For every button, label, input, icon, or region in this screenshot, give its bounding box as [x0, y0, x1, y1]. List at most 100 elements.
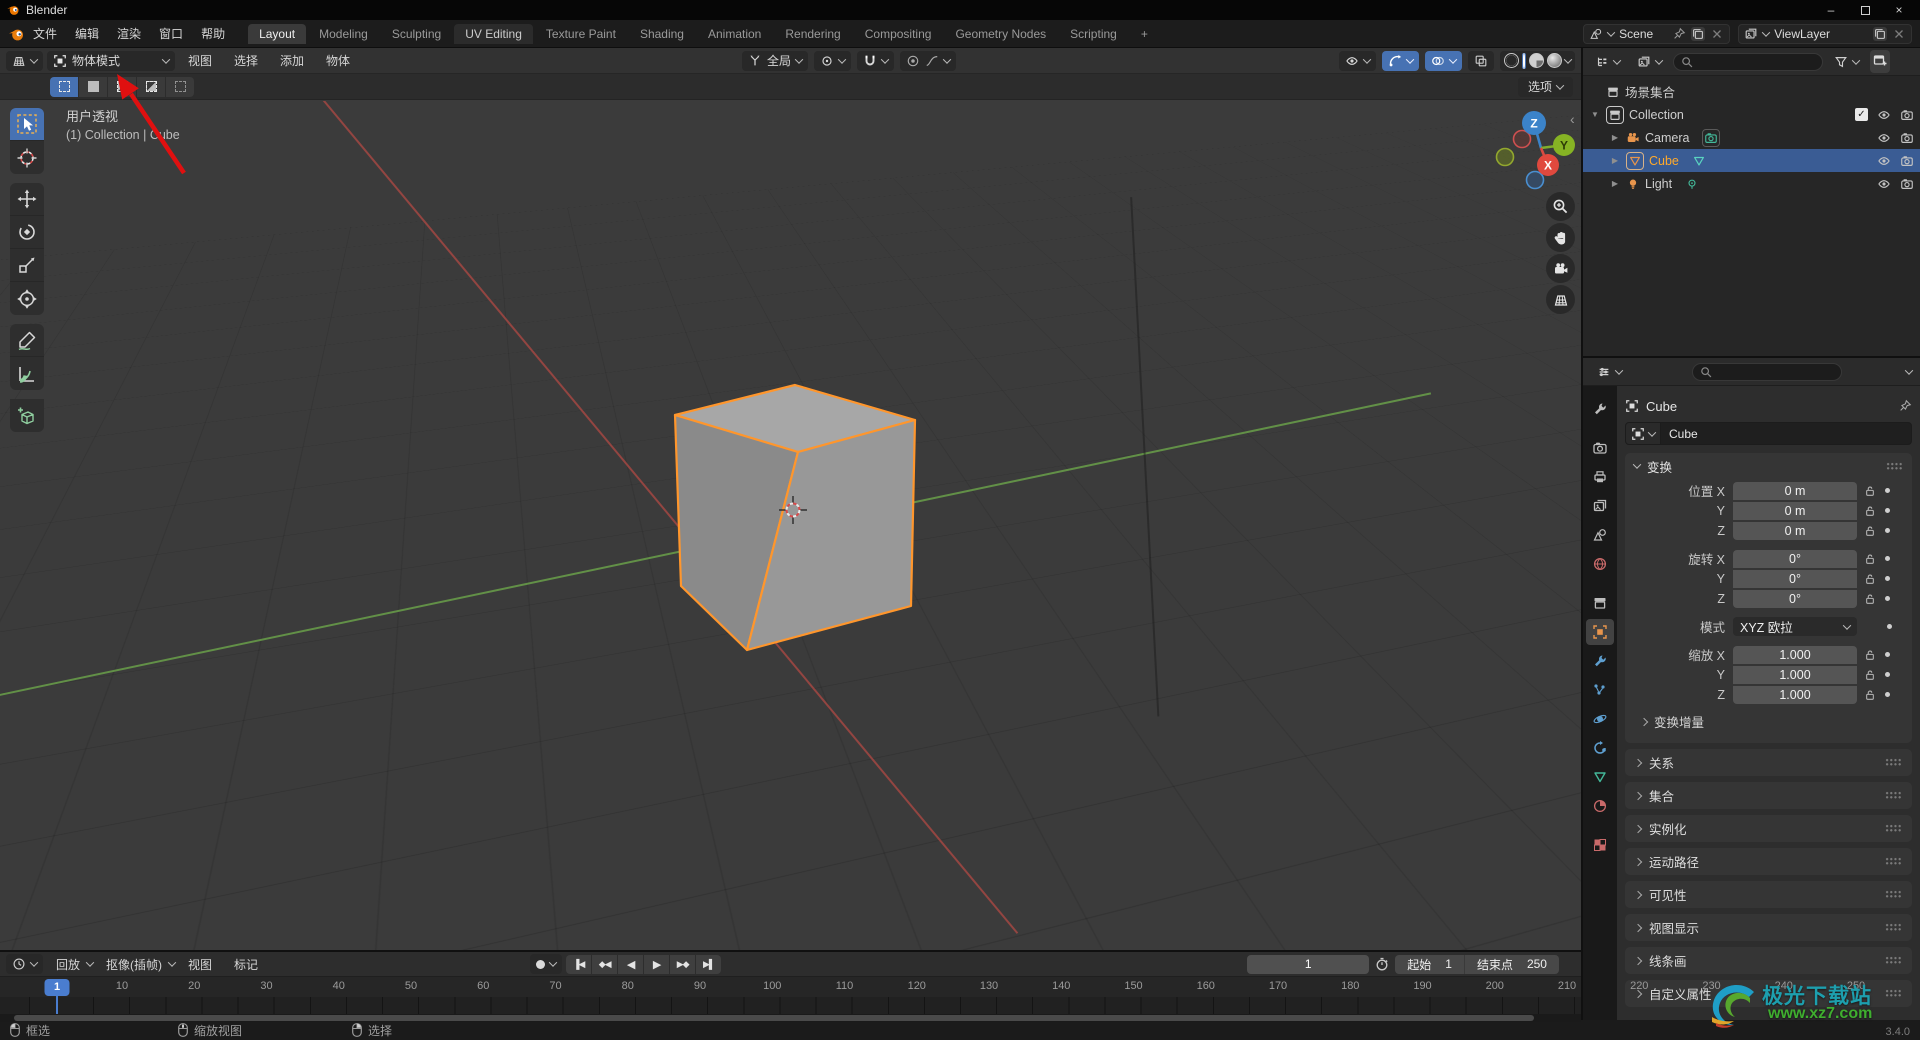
close-icon[interactable]: [1710, 27, 1724, 41]
eye-icon[interactable]: [1877, 108, 1891, 122]
tab-object-data[interactable]: [1586, 764, 1614, 790]
panel-motion-paths[interactable]: 运动路径: [1625, 848, 1912, 875]
proportional-editing-dropdown[interactable]: [900, 50, 957, 71]
disclosure-triangle-icon[interactable]: ▶: [1609, 179, 1621, 188]
tab-tool[interactable]: [1586, 396, 1614, 422]
panel-grip[interactable]: [1885, 758, 1902, 767]
collection-row[interactable]: ▼ Collection ✓: [1583, 103, 1920, 126]
tool-add-cube[interactable]: [10, 399, 44, 432]
tool-move[interactable]: [10, 183, 44, 216]
outliner-search-input[interactable]: [1673, 52, 1823, 71]
scene-selector[interactable]: Scene: [1583, 23, 1731, 44]
panel-grip[interactable]: [1885, 824, 1902, 833]
animate-dot[interactable]: [1885, 528, 1890, 533]
auto-keying-button[interactable]: [530, 954, 563, 974]
maximize-button[interactable]: [1850, 1, 1880, 19]
editor-type-dropdown[interactable]: [6, 50, 43, 71]
camera-render-icon[interactable]: [1900, 177, 1914, 191]
rotation-mode-select[interactable]: XYZ 欧拉: [1733, 617, 1857, 636]
tab-modeling[interactable]: Modeling: [308, 24, 379, 44]
options-button[interactable]: 选项: [1517, 76, 1573, 97]
pin-icon[interactable]: [1672, 27, 1686, 41]
outliner-editor-type-dropdown[interactable]: [1589, 52, 1626, 72]
tab-texture-paint[interactable]: Texture Paint: [535, 24, 627, 44]
tab-texture[interactable]: [1586, 832, 1614, 858]
animate-dot[interactable]: [1885, 692, 1890, 697]
menu-render[interactable]: 渲染: [108, 23, 150, 44]
scale-z-field[interactable]: 1.000: [1733, 685, 1857, 704]
menu-window[interactable]: 窗口: [150, 23, 192, 44]
camera-row[interactable]: ▶ Camera: [1583, 126, 1920, 149]
eye-icon[interactable]: [1877, 177, 1891, 191]
shading-rendered-button[interactable]: [1546, 53, 1562, 68]
close-icon[interactable]: [1892, 27, 1906, 41]
tool-annotate[interactable]: [10, 324, 44, 357]
next-keyframe-button[interactable]: ▶◆: [670, 954, 696, 974]
panel-visibility[interactable]: 可见性: [1625, 881, 1912, 908]
snap-dropdown[interactable]: [857, 50, 895, 71]
xray-toggle[interactable]: [1467, 50, 1494, 71]
properties-editor[interactable]: Cube Cube 变换 位置 X 0 m Y 0 m Z 0 m 旋转 X 0…: [1583, 358, 1920, 1020]
ortho-grid-button[interactable]: [1546, 285, 1575, 314]
panel-relations[interactable]: 关系: [1625, 749, 1912, 776]
axis-neg-y-ball[interactable]: [1495, 147, 1515, 167]
camera-view-button[interactable]: [1546, 254, 1575, 283]
camera-render-icon[interactable]: [1900, 108, 1914, 122]
menu-playback[interactable]: 回放: [47, 954, 89, 975]
camera-render-icon[interactable]: [1900, 154, 1914, 168]
overlays-toggle[interactable]: [1424, 50, 1462, 71]
tab-rendering[interactable]: Rendering: [774, 24, 851, 44]
start-frame-field[interactable]: 起始 1: [1395, 955, 1464, 974]
zoom-button[interactable]: [1546, 192, 1575, 221]
location-x-field[interactable]: 0 m: [1733, 481, 1857, 500]
tab-world[interactable]: [1586, 551, 1614, 577]
disclosure-triangle-icon[interactable]: ▶: [1609, 133, 1621, 142]
navigation-gizmo[interactable]: Z Y X: [1494, 107, 1581, 203]
tab-scene[interactable]: [1586, 522, 1614, 548]
lock-icon[interactable]: [1863, 668, 1877, 682]
panel-grip[interactable]: [1885, 791, 1902, 800]
properties-editor-type-dropdown[interactable]: [1591, 362, 1628, 382]
panel-grip[interactable]: [1885, 890, 1902, 899]
eye-icon[interactable]: [1877, 154, 1891, 168]
tab-particles[interactable]: [1586, 677, 1614, 703]
panel-grip[interactable]: [1885, 923, 1902, 932]
panel-line-art[interactable]: 线条画: [1625, 947, 1912, 974]
display-mode-dropdown[interactable]: [1631, 52, 1668, 72]
animate-dot[interactable]: [1885, 508, 1890, 513]
scale-x-field[interactable]: 1.000: [1733, 645, 1857, 664]
shading-material-button[interactable]: [1528, 53, 1544, 68]
visibility-dropdown[interactable]: [1338, 50, 1376, 71]
animate-dot[interactable]: [1885, 488, 1890, 493]
location-z-field[interactable]: 0 m: [1733, 521, 1857, 540]
tool-scale[interactable]: [10, 249, 44, 282]
end-frame-field[interactable]: 结束点 250: [1463, 954, 1559, 974]
properties-search-input[interactable]: [1692, 362, 1842, 381]
play-reverse-button[interactable]: ◀: [618, 954, 644, 974]
pan-hand-button[interactable]: [1546, 223, 1575, 252]
tab-physics[interactable]: [1586, 706, 1614, 732]
select-box-mode-button[interactable]: [50, 76, 78, 97]
eye-icon[interactable]: [1877, 131, 1891, 145]
viewport-canvas[interactable]: 用户透视 (1) Collection | Cube Z Y X ‹: [0, 101, 1581, 950]
prev-keyframe-button[interactable]: ◆◀: [592, 954, 618, 974]
menu-help[interactable]: 帮助: [192, 23, 234, 44]
menu-markers[interactable]: 标记: [225, 954, 267, 975]
panel-grip[interactable]: [1885, 857, 1902, 866]
scene-collection-row[interactable]: 场景集合: [1583, 80, 1920, 103]
tab-sculpting[interactable]: Sculpting: [381, 24, 452, 44]
location-y-field[interactable]: 0 m: [1733, 501, 1857, 520]
tab-compositing[interactable]: Compositing: [854, 24, 943, 44]
current-frame-field[interactable]: 1: [1247, 954, 1370, 974]
tab-scripting[interactable]: Scripting: [1059, 24, 1128, 44]
object-id-dropdown[interactable]: [1625, 422, 1661, 445]
animate-dot[interactable]: [1885, 576, 1890, 581]
tool-measure[interactable]: [10, 357, 44, 390]
shading-wireframe-button[interactable]: [1503, 53, 1519, 68]
tab-layout[interactable]: Layout: [248, 23, 307, 44]
lock-icon[interactable]: [1863, 552, 1877, 566]
animate-dot[interactable]: [1887, 624, 1892, 629]
tab-collection[interactable]: [1586, 590, 1614, 616]
filter-dropdown[interactable]: [1828, 52, 1865, 72]
menu-edit[interactable]: 编辑: [66, 23, 108, 44]
